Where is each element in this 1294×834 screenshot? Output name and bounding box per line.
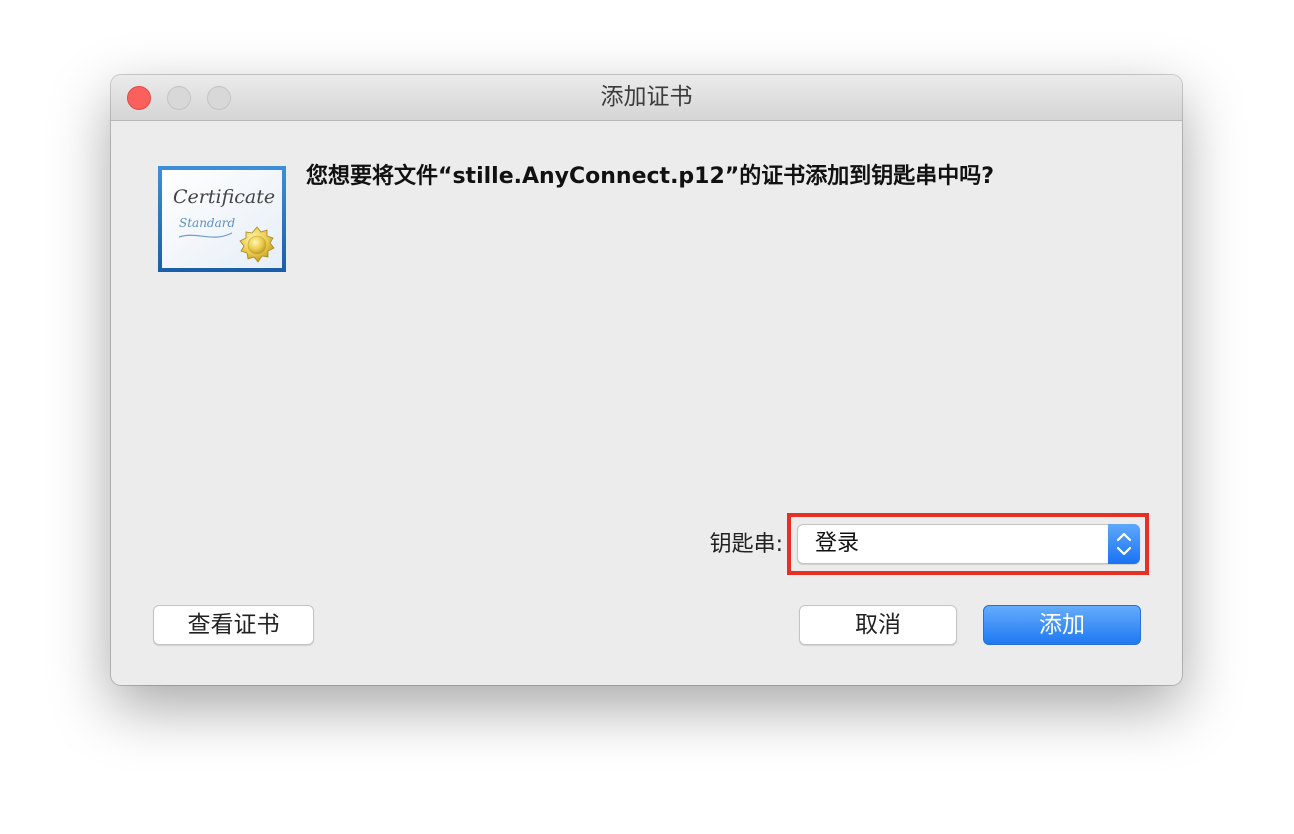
title-bar: 添加证书: [111, 75, 1182, 121]
certificate-icon: Certificate Standard: [157, 165, 287, 273]
window-title: 添加证书: [600, 84, 693, 110]
keychain-selected-value: 登录: [815, 531, 860, 556]
up-down-chevron-icon[interactable]: [1108, 524, 1140, 564]
add-button[interactable]: 添加: [983, 605, 1141, 645]
keychain-label: 钥匙串:: [709, 532, 783, 557]
add-certificate-question: 您想要将文件“stille.AnyConnect.p12”的证书添加到钥匙串中吗…: [306, 164, 995, 189]
certificate-icon-title: Certificate: [173, 186, 275, 208]
keychain-popup-button[interactable]: 登录: [797, 524, 1140, 564]
certificate-icon-subtitle: Standard: [179, 216, 235, 230]
add-certificate-dialog: 添加证书 Certificate Standard 您想要将文件“stille.…: [111, 75, 1182, 685]
cancel-button[interactable]: 取消: [799, 605, 957, 645]
view-certificate-button[interactable]: 查看证书: [153, 605, 314, 645]
